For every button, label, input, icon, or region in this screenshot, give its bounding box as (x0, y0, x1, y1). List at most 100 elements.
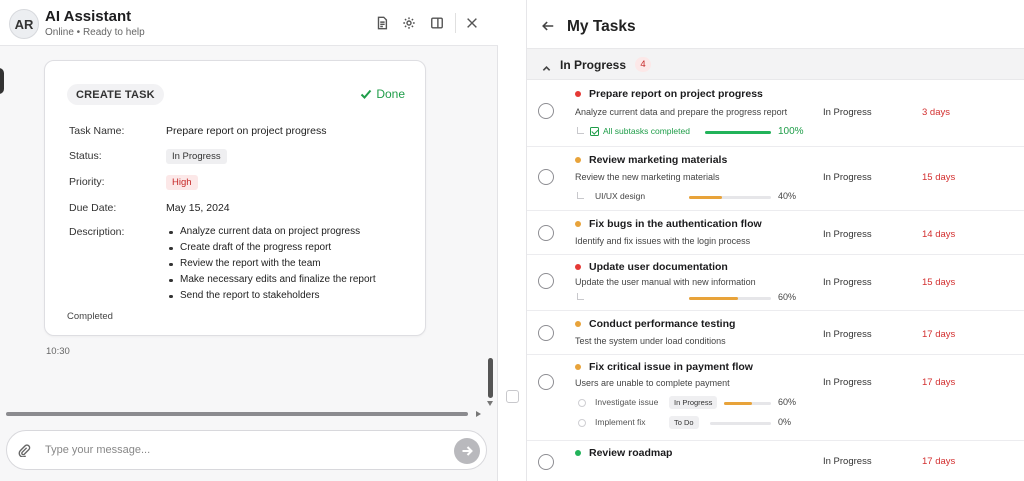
task-due: 15 days (922, 172, 956, 183)
scroll-down-arrow-icon[interactable] (487, 401, 493, 406)
tree-connector (577, 192, 584, 199)
close-icon[interactable] (464, 15, 480, 31)
done-indicator: Done (360, 87, 405, 101)
task-title: Prepare report on project progress (589, 88, 763, 100)
task-status: In Progress (823, 229, 872, 240)
task-complete-radio[interactable] (538, 273, 554, 289)
task-due: 17 days (922, 377, 956, 388)
task-complete-radio[interactable] (538, 103, 554, 119)
priority-dot (575, 364, 581, 370)
edge-indicator (0, 68, 4, 94)
task-status: In Progress (823, 172, 872, 183)
task-description: Analyze current data and prepare the pro… (575, 107, 788, 117)
priority-dot (575, 91, 581, 97)
task-complete-radio[interactable] (538, 325, 554, 341)
progress-bar (705, 131, 771, 134)
description-list: Analyze current data on project progress… (166, 224, 376, 304)
subtask-label: UI/UX design (595, 191, 646, 201)
assistant-header: AR AI Assistant Online • Ready to help (0, 0, 498, 46)
task-row[interactable]: Update user documentation Update the use… (527, 255, 1024, 311)
subtask-label: All subtasks completed (603, 126, 690, 136)
task-title: Conduct performance testing (589, 318, 736, 330)
subtask-row[interactable]: Implement fix To Do 0% (575, 416, 825, 431)
task-row[interactable]: Prepare report on project progress Analy… (527, 81, 1024, 147)
progress-bar (689, 297, 771, 300)
task-title: Fix critical issue in payment flow (589, 361, 753, 373)
arrow-right-icon (462, 446, 473, 456)
horizontal-scrollbar[interactable] (6, 412, 468, 416)
progress-bar (710, 422, 771, 425)
priority-dot (575, 157, 581, 163)
progress-fill (705, 131, 771, 134)
send-button[interactable] (454, 438, 480, 464)
task-description: Test the system under load conditions (575, 336, 726, 346)
group-label: In Progress (560, 58, 627, 72)
description-item: Review the report with the team (166, 256, 376, 272)
subtask-radio[interactable] (578, 419, 586, 427)
document-icon[interactable] (374, 15, 390, 31)
task-title: Update user documentation (589, 261, 728, 273)
description-label: Description: (69, 226, 125, 238)
priority-dot (575, 450, 581, 456)
task-row[interactable]: Fix critical issue in payment flow Users… (527, 355, 1024, 441)
vertical-scrollbar[interactable] (488, 358, 493, 398)
progress-fill (689, 297, 739, 300)
header-divider (455, 13, 456, 33)
progress-bar (689, 196, 771, 199)
task-title: Fix bugs in the authentication flow (589, 218, 762, 230)
task-name-value: Prepare report on project progress (166, 125, 327, 137)
gear-icon[interactable] (401, 15, 417, 31)
subtask-row[interactable]: Investigate issue In Progress 60% (575, 396, 825, 411)
task-row[interactable]: Fix bugs in the authentication flow Iden… (527, 211, 1024, 255)
priority-dot (575, 264, 581, 270)
task-complete-radio[interactable] (538, 225, 554, 241)
subtask-label: Investigate issue (595, 397, 659, 407)
task-due: 14 days (922, 229, 956, 240)
task-complete-radio[interactable] (538, 169, 554, 185)
task-complete-radio[interactable] (538, 374, 554, 390)
task-title: Review roadmap (589, 447, 673, 459)
create-task-card: CREATE TASK Done Task Name: Prepare repo… (44, 60, 426, 336)
message-input[interactable] (45, 440, 445, 460)
check-square-icon (590, 127, 599, 136)
tasks-title: My Tasks (567, 18, 636, 35)
task-complete-radio[interactable] (538, 454, 554, 470)
progress-percent: 100% (778, 126, 804, 137)
task-row[interactable]: Review roadmap In Progress 17 days (527, 441, 1024, 481)
progress-percent: 60% (778, 292, 797, 302)
subtask-radio[interactable] (578, 399, 586, 407)
task-description: Review the new marketing materials (575, 172, 720, 182)
scroll-right-arrow-icon[interactable] (476, 411, 481, 417)
task-due: 15 days (922, 277, 956, 288)
message-composer (6, 430, 487, 470)
subtask-status-tag: To Do (669, 416, 699, 429)
task-due: 3 days (922, 107, 950, 118)
subtask-row: All subtasks completed 100% (575, 126, 825, 140)
split-panel-icon[interactable] (429, 15, 445, 31)
task-status: In Progress (823, 277, 872, 288)
task-status: In Progress (823, 107, 872, 118)
check-icon (361, 89, 372, 99)
description-item: Create draft of the progress report (166, 240, 376, 256)
group-header-in-progress[interactable]: In Progress 4 (527, 48, 1024, 80)
task-description: Identify and fix issues with the login p… (575, 236, 751, 246)
task-status: In Progress (823, 456, 872, 467)
task-row[interactable]: Review marketing materials Review the ne… (527, 147, 1024, 211)
description-item: Send the report to stakeholders (166, 288, 376, 304)
avatar: AR (9, 9, 39, 39)
back-arrow-icon[interactable] (541, 19, 557, 35)
chevron-up-icon[interactable] (542, 60, 552, 71)
status-badge: In Progress (166, 149, 227, 164)
progress-percent: 0% (778, 417, 792, 427)
task-name-label: Task Name: (69, 125, 125, 137)
status-label: Status: (69, 150, 102, 162)
task-title: Review marketing materials (589, 154, 728, 166)
paperclip-icon[interactable] (17, 443, 32, 458)
task-description: Users are unable to complete payment (575, 378, 730, 388)
gutter-checkbox[interactable] (506, 390, 519, 403)
description-item: Make necessary edits and finalize the re… (166, 272, 376, 288)
priority-dot (575, 221, 581, 227)
priority-label: Priority: (69, 176, 105, 188)
subtask-label: Implement fix (595, 417, 646, 427)
task-row[interactable]: Conduct performance testing Test the sys… (527, 311, 1024, 355)
